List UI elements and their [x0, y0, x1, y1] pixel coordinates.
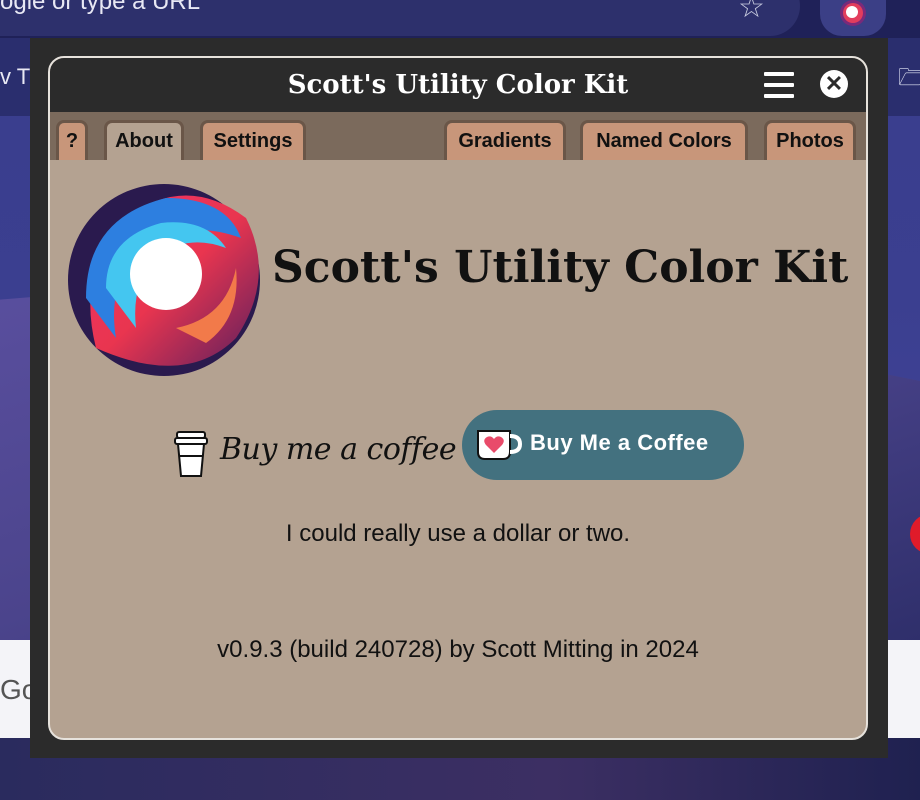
buy-me-a-coffee-text: Buy me a coffee: [220, 432, 457, 467]
tab-about[interactable]: About: [104, 120, 184, 160]
tab-help[interactable]: ?: [56, 120, 88, 160]
version-info: v0.9.3 (build 240728) by Scott Mitting i…: [217, 636, 699, 663]
extension-button[interactable]: [820, 0, 886, 36]
popup-titlebar: Scott's Utility Color Kit ✕: [50, 58, 866, 112]
donation-note: I could really use a dollar or two.: [285, 520, 631, 547]
tab-named-colors[interactable]: Named Colors: [580, 120, 748, 160]
folder-icon[interactable]: 🗁: [898, 60, 920, 101]
tab-settings[interactable]: Settings: [200, 120, 306, 160]
popup-title: Scott's Utility Color Kit: [287, 70, 629, 100]
close-icon[interactable]: ✕: [820, 70, 848, 98]
extension-popup: Scott's Utility Color Kit ✕ ? About Sett…: [48, 56, 868, 740]
coffee-cup-icon: [174, 431, 208, 477]
bookmark-item[interactable]: v T: [0, 64, 30, 90]
hamburger-menu-icon[interactable]: [764, 72, 794, 98]
buy-me-a-coffee-button[interactable]: Buy Me a Coffee: [462, 410, 744, 480]
tab-photos[interactable]: Photos: [764, 120, 856, 160]
buy-me-a-coffee-link[interactable]: Buy me a coffee: [174, 428, 457, 484]
buy-me-a-coffee-button-label: Buy Me a Coffee: [530, 430, 709, 455]
app-heading: Scott's Utility Color Kit: [272, 242, 849, 293]
extension-logo-icon: [840, 0, 866, 26]
tab-bar: ? About Settings Gradients Named Colors …: [50, 112, 866, 160]
tab-gradients[interactable]: Gradients: [444, 120, 566, 160]
coffee-heart-icon: [477, 430, 522, 460]
address-bar[interactable]: ogle or type a URL: [0, 0, 800, 36]
bookmark-star-icon[interactable]: ☆: [738, 0, 765, 25]
address-bar-placeholder: ogle or type a URL: [0, 0, 201, 15]
app-logo: [68, 184, 260, 376]
